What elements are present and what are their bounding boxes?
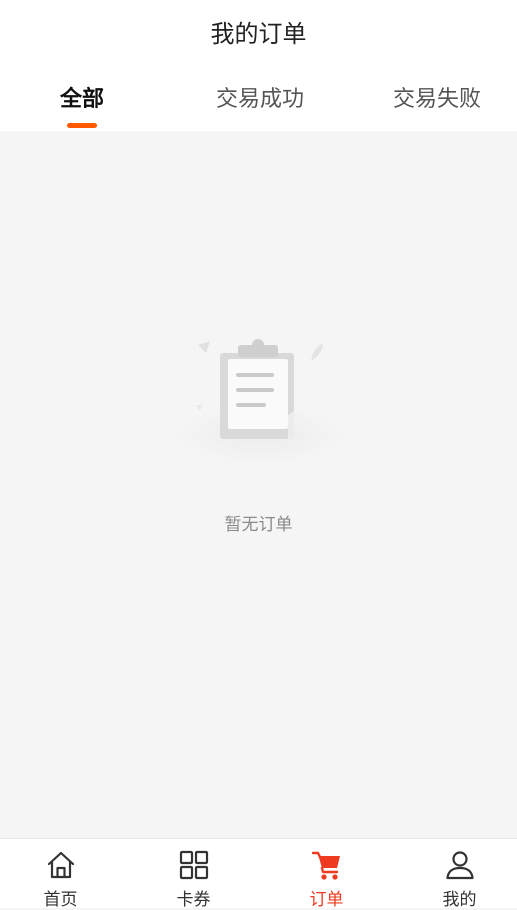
active-tab-indicator [67, 123, 97, 128]
grid-icon [178, 849, 210, 881]
tab-all[interactable]: 全部 [22, 80, 142, 120]
tabbar-item-orders[interactable]: 订单 [262, 839, 391, 910]
cart-icon [311, 849, 343, 881]
tabbar-item-mine[interactable]: 我的 [395, 839, 517, 910]
tabbar-label-home: 首页 [43, 890, 78, 910]
empty-state-message: 暂无订单 [224, 515, 293, 535]
tabbar-label-mine: 我的 [442, 890, 477, 910]
tabbar-label-cards: 卡券 [176, 890, 211, 910]
tabbar-label-orders: 订单 [309, 890, 344, 910]
home-icon [45, 849, 77, 881]
tabbar-item-cards[interactable]: 卡券 [129, 839, 258, 910]
tab-failed[interactable]: 交易失败 [377, 80, 497, 120]
bottom-tabbar: 首页 卡券 订单 我的 [0, 838, 517, 910]
page-header: 我的订单 全部 交易成功 交易失败 [0, 0, 517, 131]
page-title: 我的订单 [210, 20, 307, 48]
clipboard-empty-icon [168, 325, 348, 475]
tab-success[interactable]: 交易成功 [200, 80, 320, 120]
tabbar-item-home[interactable]: 首页 [0, 839, 125, 910]
user-icon [444, 849, 476, 881]
